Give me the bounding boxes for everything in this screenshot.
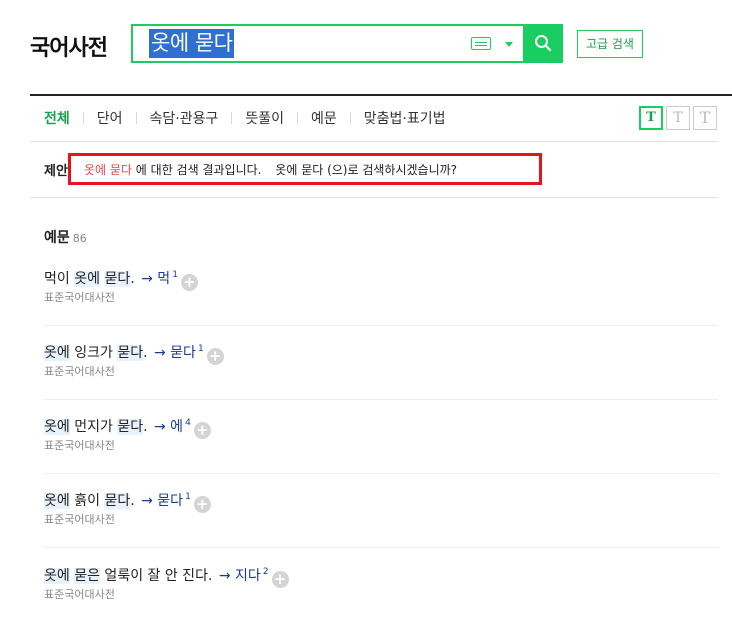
tab-item[interactable]: 전체 [44, 108, 70, 128]
example-sentence[interactable]: 옷에 잉크가 묻다. → 묻다 1 + [44, 339, 718, 365]
highlighted-term: 옷에 [44, 345, 70, 361]
search-button[interactable] [523, 24, 563, 63]
example-entry: 먹이 옷에 묻다. → 먹 1 + 표준국어대사전 [44, 265, 718, 305]
highlighted-term: 묻다 [104, 493, 131, 509]
section-title-text[interactable]: 예문 [44, 230, 70, 246]
example-sentence[interactable]: 옷에 흙이 묻다. → 묻다 1 + [44, 487, 718, 513]
example-sentence[interactable]: 먹이 옷에 묻다. → 먹 1 + [44, 265, 718, 291]
tab-item[interactable]: 맞춤법·표기법 [364, 108, 446, 128]
tab-separator [82, 112, 84, 124]
suggestion-keyword[interactable]: 옷에 묻다 [84, 163, 132, 177]
tab-item[interactable]: 예문 [311, 108, 337, 128]
suggestion-text: 옷에 묻다 에 대한 검색 결과입니다. 옷에 묻다 (으)로 검색하시겠습니까… [84, 161, 457, 178]
example-source: 표준국어대사전 [44, 365, 115, 378]
headword-link[interactable]: 지다 [235, 568, 261, 584]
sentence-text: 흙이 [69, 493, 105, 509]
font-size-small-button[interactable]: T [639, 106, 663, 130]
headword-link[interactable]: 묻다 [157, 493, 183, 509]
tab-separator [349, 112, 351, 124]
example-source: 표준국어대사전 [44, 513, 115, 526]
sentence-text: 먼지가 [69, 419, 118, 435]
highlighted-term: 묻다 [117, 419, 144, 435]
highlighted-term: 묻다 [117, 345, 144, 361]
entry-divider [44, 325, 718, 326]
example-sentence[interactable]: 옷에 묻은 얼룩이 잘 안 진다. → 지다 2 + [44, 562, 718, 588]
section-count: 86 [72, 232, 87, 245]
font-size-large-button[interactable]: T [693, 106, 717, 130]
category-tabs: 전체 단어 속담·관용구 뜻풀이 예문 맞춤법·표기법 [44, 108, 446, 128]
search-icon [535, 35, 552, 52]
add-wordbook-icon[interactable]: + [193, 422, 211, 439]
headword-link[interactable]: 에 [170, 419, 183, 435]
headword-link[interactable]: 먹 [157, 271, 170, 287]
highlighted-term: 옷에 [44, 568, 70, 584]
example-entry: 옷에 먼지가 묻다. → 에 4 + 표준국어대사전 [44, 413, 718, 453]
arrow-icon: → [214, 568, 236, 584]
homonym-number: 1 [185, 492, 191, 502]
arrow-icon: → [149, 419, 171, 435]
sentence-text: 얼룩이 잘 안 진다. [99, 568, 213, 584]
arrow-icon: → [136, 493, 158, 509]
header-divider [30, 94, 732, 96]
sentence-text: . [130, 493, 135, 509]
suggestion-alt-link[interactable]: 옷에 묻다 (으)로 검색하시겠습니까? [275, 163, 457, 177]
keyboard-icon[interactable] [471, 37, 491, 50]
add-wordbook-icon[interactable]: + [193, 496, 211, 513]
homonym-number: 1 [172, 270, 178, 280]
highlighted-term: 묻다 [104, 271, 131, 287]
tab-item[interactable]: 뜻풀이 [245, 108, 284, 128]
add-wordbook-icon[interactable]: + [206, 348, 224, 365]
example-source: 표준국어대사전 [44, 588, 115, 601]
sentence-text: . [130, 271, 135, 287]
entry-divider [44, 473, 718, 474]
search-input[interactable]: 옷에 묻다 [149, 29, 235, 58]
sentence-text: 먹이 [44, 271, 75, 287]
highlighted-term: 옷에 [44, 493, 70, 509]
tab-item[interactable]: 단어 [97, 108, 123, 128]
headword-link[interactable]: 묻다 [170, 345, 196, 361]
sentence-text: 잉크가 [69, 345, 118, 361]
chevron-down-icon[interactable] [505, 42, 513, 47]
tab-separator [135, 112, 137, 124]
entry-divider [44, 547, 718, 548]
sentence-text: . [143, 345, 148, 361]
section-title: 예문 86 [44, 227, 87, 247]
dictionary-logo[interactable]: 국어사전 [30, 30, 108, 62]
example-source: 표준국어대사전 [44, 439, 115, 452]
homonym-number: 2 [262, 567, 269, 577]
example-entry: 옷에 흙이 묻다. → 묻다 1 + 표준국어대사전 [44, 487, 718, 527]
tab-item[interactable]: 속담·관용구 [150, 108, 219, 128]
highlighted-term: 묻은 [74, 568, 100, 584]
example-sentence[interactable]: 옷에 먼지가 묻다. → 에 4 + [44, 413, 718, 439]
highlighted-term: 옷에 [74, 271, 100, 287]
arrow-icon: → [149, 345, 171, 361]
suggestion-label: 제안 [44, 164, 68, 179]
example-entry: 옷에 잉크가 묻다. → 묻다 1 + 표준국어대사전 [44, 339, 718, 379]
arrow-icon: → [136, 271, 158, 287]
example-source: 표준국어대사전 [44, 291, 115, 304]
example-entry: 옷에 묻은 얼룩이 잘 안 진다. → 지다 2 + 표준국어대사전 [44, 562, 718, 602]
tab-separator [297, 112, 299, 124]
font-size-controls: TTT [636, 106, 717, 130]
homonym-number: 1 [197, 344, 204, 354]
font-size-medium-button[interactable]: T [666, 106, 690, 130]
search-box: 옷에 묻다 [131, 24, 563, 63]
add-wordbook-icon[interactable]: + [271, 571, 289, 588]
highlighted-term: 옷에 [44, 419, 70, 435]
add-wordbook-icon[interactable]: + [180, 274, 198, 291]
tabs-divider [30, 141, 718, 142]
advanced-search-button[interactable]: 고급 검색 [577, 30, 643, 58]
sentence-text: . [143, 419, 148, 435]
suggestion-box: 옷에 묻다 에 대한 검색 결과입니다. 옷에 묻다 (으)로 검색하시겠습니까… [68, 153, 542, 185]
section-divider [30, 197, 718, 198]
homonym-number: 4 [185, 418, 191, 428]
suggestion-message: 에 대한 검색 결과입니다. [131, 163, 262, 177]
entry-divider [44, 399, 718, 400]
tab-separator [231, 112, 233, 124]
